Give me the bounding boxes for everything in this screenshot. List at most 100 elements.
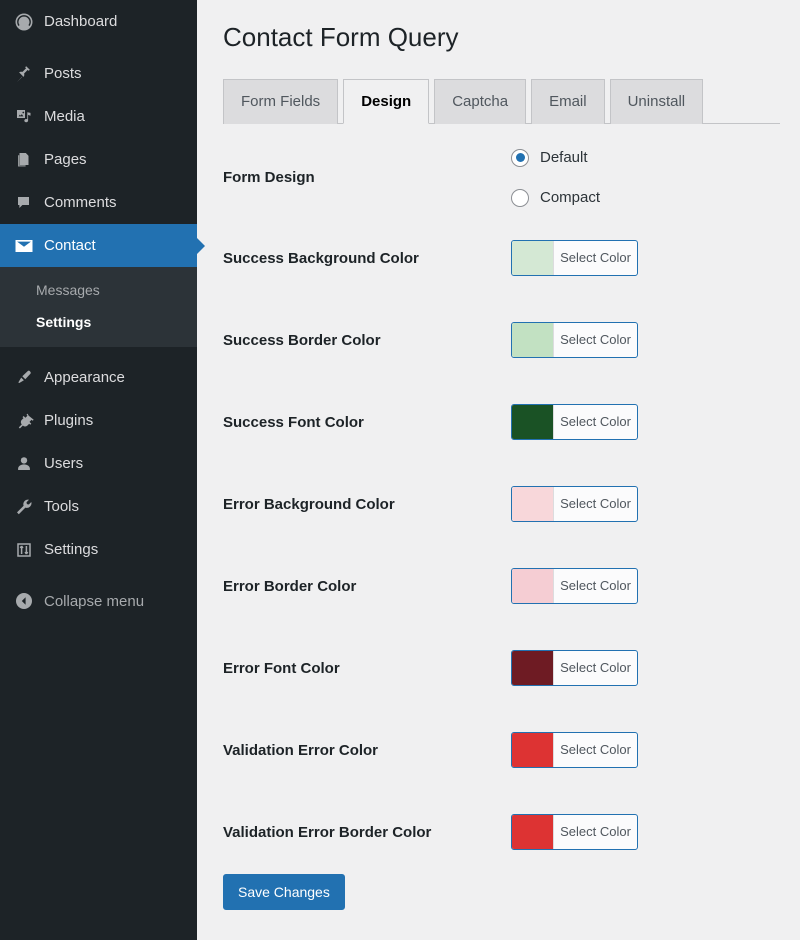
sidebar-item-contact[interactable]: Contact <box>0 224 205 267</box>
pin-icon <box>7 64 41 84</box>
sidebar-item-plugins[interactable]: Plugins <box>0 399 197 442</box>
radio-default-label: Default <box>540 149 588 167</box>
comment-icon <box>7 193 41 213</box>
sidebar-item-media[interactable]: Media <box>0 95 197 138</box>
page-title: Contact Form Query <box>223 22 459 52</box>
success-font-color-label: Success Font Color <box>223 414 364 432</box>
sidebar-item-posts[interactable]: Posts <box>0 52 197 95</box>
error-font-color-label: Error Font Color <box>223 660 340 678</box>
select-color-label: Select Color <box>560 250 631 266</box>
sidebar-divider <box>0 43 197 52</box>
table-row: Success Background Color Select Color <box>223 218 780 300</box>
sidebar-item-pages[interactable]: Pages <box>0 138 197 181</box>
sidebar-item-label: Posts <box>44 65 82 82</box>
table-row: Validation Error Color Select Color <box>223 710 780 792</box>
collapse-menu-label: Collapse menu <box>44 592 145 610</box>
tab-captcha[interactable]: Captcha <box>434 78 527 124</box>
sidebar-item-comments[interactable]: Comments <box>0 181 197 224</box>
sliders-icon <box>7 540 41 560</box>
save-cell: Save Changes <box>223 873 780 910</box>
success-background-color-label: Success Background Color <box>223 250 419 268</box>
sidebar-item-label: Media <box>44 108 85 125</box>
radio-default-input[interactable] <box>511 148 529 167</box>
select-color-label: Select Color <box>560 824 631 840</box>
envelope-icon <box>7 235 41 257</box>
table-row: Validation Error Border Color Select Col… <box>223 792 780 874</box>
color-swatch[interactable] <box>512 240 554 275</box>
radio-option-default[interactable]: Default <box>511 138 780 178</box>
success-font-color-field: Select Color <box>511 382 780 464</box>
color-picker-success-font[interactable]: Select Color <box>511 403 638 440</box>
color-picker-success-border[interactable]: Select Color <box>511 321 638 358</box>
form-design-row: Form Design Default Compact <box>223 124 780 218</box>
color-swatch[interactable] <box>512 732 554 767</box>
user-icon <box>7 454 41 474</box>
color-swatch[interactable] <box>512 568 554 603</box>
color-picker-error-background[interactable]: Select Color <box>511 485 638 522</box>
select-color-label: Select Color <box>560 660 631 676</box>
error-font-color-field: Select Color <box>511 628 780 710</box>
sidebar-item-label: Plugins <box>44 412 94 430</box>
success-border-color-label: Success Border Color <box>223 332 381 350</box>
main-content: Contact Form Query Form Fields Design Ca… <box>197 0 800 940</box>
sidebar-item-tools[interactable]: Tools <box>0 485 197 528</box>
validation-error-color-label: Validation Error Color <box>223 742 379 760</box>
error-background-color-field: Select Color <box>511 464 780 546</box>
design-settings-table: Form Design Default Compact Success Back… <box>223 124 780 910</box>
select-color-label: Select Color <box>560 496 631 512</box>
color-swatch[interactable] <box>512 322 554 357</box>
error-border-color-label: Error Border Color <box>223 578 357 596</box>
plug-icon <box>7 411 41 431</box>
success-background-color-field: Select Color <box>511 218 780 300</box>
sidebar-item-label: Dashboard <box>44 13 118 30</box>
settings-tab-bar: Form Fields Design Captcha Email Uninsta… <box>223 78 780 124</box>
tab-design[interactable]: Design <box>343 78 430 124</box>
sidebar-item-label: Pages <box>44 151 87 168</box>
color-picker-validation-error-border[interactable]: Select Color <box>511 813 638 850</box>
color-swatch[interactable] <box>512 650 554 685</box>
tab-uninstall[interactable]: Uninstall <box>609 78 704 124</box>
sidebar-item-dashboard[interactable]: Dashboard <box>0 0 197 43</box>
arrow-left-circle-icon <box>7 591 41 611</box>
select-color-label: Select Color <box>560 332 631 348</box>
color-picker-error-font[interactable]: Select Color <box>511 649 638 686</box>
color-swatch[interactable] <box>512 486 554 521</box>
media-icon <box>7 107 41 127</box>
tab-email[interactable]: Email <box>531 78 605 124</box>
color-picker-success-background[interactable]: Select Color <box>511 239 638 276</box>
collapse-menu-button[interactable]: Collapse menu <box>0 580 197 622</box>
radio-compact-input[interactable] <box>511 188 529 207</box>
sidebar-item-label: Tools <box>44 498 80 516</box>
success-border-color-field: Select Color <box>511 300 780 382</box>
validation-error-border-color-label: Validation Error Border Color <box>223 824 432 842</box>
sidebar-item-label: Appearance <box>44 369 125 387</box>
sidebar-item-users[interactable]: Users <box>0 442 197 485</box>
table-row: Success Border Color Select Color <box>223 300 780 382</box>
color-swatch[interactable] <box>512 814 554 849</box>
error-border-color-field: Select Color <box>511 546 780 628</box>
sidebar-item-label: Comments <box>44 194 117 211</box>
sidebar-item-appearance[interactable]: Appearance <box>0 356 197 399</box>
select-color-label: Select Color <box>560 578 631 594</box>
wordpress-admin-screen: Dashboard Posts Media Pages Comments Con… <box>0 0 800 940</box>
select-color-label: Select Color <box>560 742 631 758</box>
sidebar-subitem-settings[interactable]: Settings <box>0 306 197 338</box>
sidebar-item-settings[interactable]: Settings <box>0 528 197 571</box>
form-design-label: Form Design <box>223 169 315 187</box>
color-swatch[interactable] <box>512 404 554 439</box>
validation-error-color-field: Select Color <box>511 710 780 792</box>
color-picker-error-border[interactable]: Select Color <box>511 567 638 604</box>
sidebar-submenu-contact: Messages Settings <box>0 267 197 348</box>
save-button[interactable]: Save Changes <box>223 873 345 910</box>
color-picker-validation-error[interactable]: Select Color <box>511 731 638 768</box>
table-row: Success Font Color Select Color <box>223 382 780 464</box>
sidebar-subitem-messages[interactable]: Messages <box>0 274 197 306</box>
wrench-icon <box>7 497 41 517</box>
radio-compact-label: Compact <box>540 189 601 207</box>
sidebar-divider <box>0 347 197 357</box>
radio-option-compact[interactable]: Compact <box>511 178 780 218</box>
dashboard-icon <box>7 12 41 32</box>
tab-form-fields[interactable]: Form Fields <box>223 78 339 124</box>
table-row: Error Font Color Select Color <box>223 628 780 710</box>
sidebar-item-label: Users <box>44 455 84 473</box>
